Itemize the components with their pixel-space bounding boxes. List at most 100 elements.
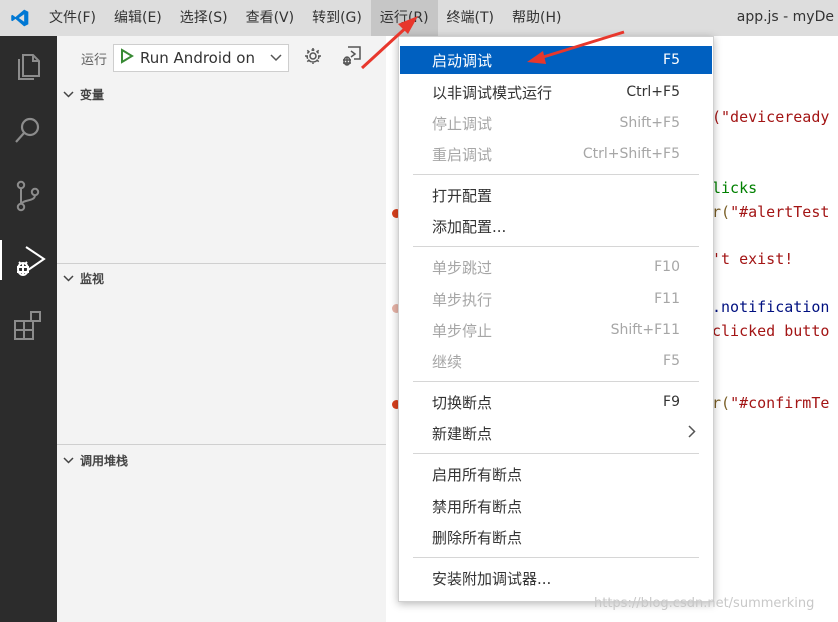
- code-string: "#alertTest: [730, 203, 830, 221]
- run-view-title: 运行: [81, 52, 108, 68]
- search-icon[interactable]: [8, 110, 48, 150]
- activity-bar: [0, 36, 57, 622]
- run-toolbar: 运行 Run Android on: [57, 36, 386, 80]
- run-menu-dropdown: 启动调试 F5 以非调试模式运行 Ctrl+F5 停止调试 Shift+F5 重…: [398, 36, 714, 602]
- code-line: ("deviceready: [712, 108, 830, 126]
- chevron-down-icon: [63, 271, 74, 285]
- menu-remove-all-breakpoints[interactable]: 删除所有断点: [400, 523, 712, 551]
- menu-start-debugging[interactable]: 启动调试 F5: [400, 46, 712, 74]
- menu-run[interactable]: 运行(R): [370, 0, 438, 36]
- chevron-down-icon: [63, 453, 74, 467]
- code-string: "#confirmTe: [730, 394, 830, 412]
- menu-item-label: 禁用所有断点: [432, 497, 523, 516]
- window-title: app.js - myDe: [736, 9, 834, 25]
- menu-item-label: 继续: [432, 352, 463, 371]
- open-launch-json-button[interactable]: [299, 44, 327, 72]
- debug-console-icon: [340, 45, 362, 71]
- code-line: r("#alertTest: [712, 203, 829, 221]
- menu-item-label: 切换断点: [432, 393, 493, 412]
- watch-section: 监视: [57, 263, 386, 289]
- menu-go[interactable]: 转到(G): [303, 0, 371, 36]
- run-debug-sidebar: 运行 Run Android on 变量 监视 调用堆栈: [57, 36, 386, 622]
- menu-toggle-breakpoint[interactable]: 切换断点 F9: [400, 388, 712, 416]
- menu-continue: 继续 F5: [400, 347, 712, 375]
- menu-item-label: 单步停止: [432, 321, 493, 340]
- menu-item-label: 以非调试模式运行: [432, 83, 553, 102]
- menu-item-shortcut: Ctrl+Shift+F5: [582, 146, 680, 162]
- menu-separator: [413, 381, 699, 382]
- menu-item-label: 添加配置...: [432, 217, 507, 236]
- menu-file[interactable]: 文件(F): [40, 0, 105, 36]
- menu-item-shortcut: F11: [654, 291, 680, 307]
- menu-item-label: 新建断点: [432, 424, 493, 443]
- menu-item-label: 安装附加调试器...: [432, 569, 552, 588]
- gear-icon: [303, 46, 323, 70]
- menu-item-label: 停止调试: [432, 114, 493, 133]
- variables-title: 变量: [80, 87, 105, 102]
- menu-bar: 文件(F) 编辑(E) 选择(S) 查看(V) 转到(G) 运行(R) 终端(T…: [0, 0, 838, 36]
- chevron-down-icon: [270, 50, 282, 66]
- code-line: licks: [712, 179, 758, 197]
- menu-disable-all-breakpoints[interactable]: 禁用所有断点: [400, 492, 712, 520]
- code-line: r("#confirmTe: [712, 394, 829, 412]
- code-line: clicked butto: [712, 322, 830, 340]
- variables-section: 变量: [57, 83, 386, 105]
- menu-edit[interactable]: 编辑(E): [105, 0, 171, 36]
- menu-item-label: 重启调试: [432, 145, 493, 164]
- start-play-icon[interactable]: [120, 48, 134, 68]
- launch-config-select[interactable]: Run Android on: [113, 44, 290, 72]
- watch-title: 监视: [80, 271, 105, 286]
- menu-add-configuration[interactable]: 添加配置...: [400, 212, 712, 240]
- menu-item-label: 删除所有断点: [432, 528, 523, 547]
- code-line: 't exist!: [712, 250, 794, 268]
- extensions-icon[interactable]: [8, 306, 48, 346]
- vscode-logo-icon: [0, 0, 40, 36]
- menu-open-configurations[interactable]: 打开配置: [400, 181, 712, 209]
- menu-item-label: 单步跳过: [432, 258, 493, 277]
- launch-config-value: Run Android on: [140, 49, 255, 67]
- menu-new-breakpoint[interactable]: 新建断点: [400, 419, 712, 447]
- menu-run-without-debugging[interactable]: 以非调试模式运行 Ctrl+F5: [400, 78, 712, 106]
- menu-item-shortcut: F5: [663, 52, 680, 68]
- code-token: r(: [712, 203, 731, 221]
- menu-separator: [413, 174, 699, 175]
- menu-enable-all-breakpoints[interactable]: 启用所有断点: [400, 460, 712, 488]
- debug-console-button[interactable]: [337, 44, 365, 72]
- chevron-right-icon: [688, 424, 696, 442]
- run-debug-icon[interactable]: [0, 240, 57, 280]
- menu-help[interactable]: 帮助(H): [503, 0, 570, 36]
- call-stack-section: 调用堆栈: [57, 444, 386, 471]
- menu-view[interactable]: 查看(V): [237, 0, 304, 36]
- chevron-down-icon: [63, 87, 74, 101]
- menu-stop-debugging: 停止调试 Shift+F5: [400, 109, 712, 137]
- menu-item-label: 启动调试: [432, 51, 493, 70]
- code-line: .notification: [712, 298, 830, 316]
- watermark: https://blog.csdn.net/summerking: [594, 596, 815, 611]
- watch-header[interactable]: 监视: [57, 267, 386, 289]
- menu-step-into: 单步执行 F11: [400, 285, 712, 313]
- menu-item-label: 打开配置: [432, 186, 493, 205]
- menu-separator: [413, 557, 699, 558]
- menu-restart-debugging: 重启调试 Ctrl+Shift+F5: [400, 140, 712, 168]
- menu-step-out: 单步停止 Shift+F11: [400, 316, 712, 344]
- call-stack-header[interactable]: 调用堆栈: [57, 449, 386, 471]
- menu-install-additional-debuggers[interactable]: 安装附加调试器...: [400, 564, 712, 592]
- variables-header[interactable]: 变量: [57, 83, 386, 105]
- menu-separator: [413, 246, 699, 247]
- code-token: r(: [712, 394, 731, 412]
- menu-item-shortcut: F10: [654, 259, 680, 275]
- source-control-icon[interactable]: [8, 176, 48, 216]
- explorer-icon[interactable]: [8, 46, 48, 86]
- menu-item-shortcut: F5: [663, 353, 680, 369]
- menu-step-over: 单步跳过 F10: [400, 253, 712, 281]
- menu-item-shortcut: F9: [663, 394, 680, 410]
- menu-selection[interactable]: 选择(S): [171, 0, 237, 36]
- menu-item-shortcut: Ctrl+F5: [626, 84, 680, 100]
- menu-item-label: 单步执行: [432, 290, 493, 309]
- menu-item-shortcut: Shift+F5: [619, 115, 680, 131]
- menu-item-label: 启用所有断点: [432, 465, 523, 484]
- menu-separator: [413, 453, 699, 454]
- call-stack-title: 调用堆栈: [80, 453, 129, 468]
- menu-terminal[interactable]: 终端(T): [438, 0, 503, 36]
- menu-item-shortcut: Shift+F11: [610, 322, 680, 338]
